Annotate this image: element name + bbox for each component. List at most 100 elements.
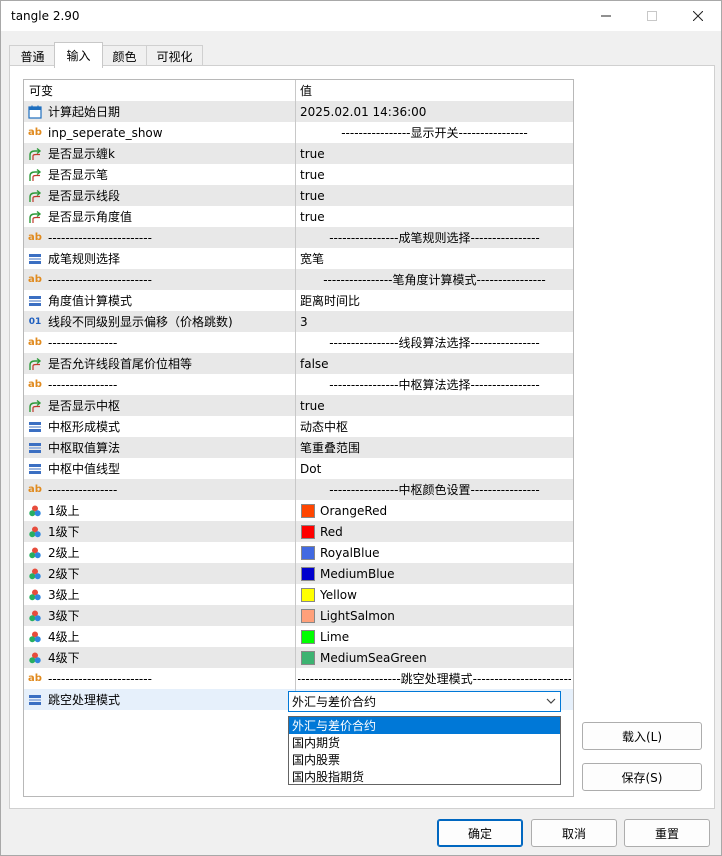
parameter-value-cell[interactable]: ----------------成笔规则选择---------------- <box>298 227 571 248</box>
color-swatch[interactable] <box>301 566 315 581</box>
parameter-value-cell[interactable]: 宽笔 <box>298 248 573 269</box>
tab-colors[interactable]: 颜色 <box>101 45 148 67</box>
color-swatch[interactable] <box>301 608 315 623</box>
cancel-button[interactable]: 取消 <box>531 819 617 847</box>
parameter-value-cell[interactable]: OrangeRed <box>298 500 573 521</box>
parameter-row[interactable]: ab ---------------- ----------------线段算法选择… <box>24 332 573 353</box>
parameter-row[interactable]: 是否显示中枢 true <box>24 395 573 416</box>
tab-inputs[interactable]: 输入 <box>54 42 103 68</box>
parameter-name: 成笔规则选择 <box>48 252 121 266</box>
dropdown-option[interactable]: 国内期货 <box>289 734 560 751</box>
parameter-row[interactable]: 是否允许线段首尾价位相等 false <box>24 353 573 374</box>
parameter-row[interactable]: 中枢取值算法 笔重叠范围 <box>24 437 573 458</box>
parameter-value: MediumSeaGreen <box>320 650 427 665</box>
parameter-row[interactable]: 计算起始日期 2025.02.01 14:36:00 <box>24 101 573 122</box>
color-swatch[interactable] <box>301 629 315 644</box>
parameter-value-cell[interactable]: true <box>298 206 573 227</box>
gap-mode-select[interactable]: 外汇与差价合约 <box>288 691 561 712</box>
dropdown-option[interactable]: 国内股票 <box>289 751 560 768</box>
parameter-value: ----------------显示开关---------------- <box>341 126 528 140</box>
parameter-row[interactable]: 01 线段不同级别显示偏移（价格跳数) 3 <box>24 311 573 332</box>
parameter-row[interactable]: 1级上 OrangeRed <box>24 500 573 521</box>
parameter-name: 角度值计算模式 <box>48 294 133 308</box>
parameter-row[interactable]: 1级下 Red <box>24 521 573 542</box>
parameter-row[interactable]: 中枢形成模式 动态中枢 <box>24 416 573 437</box>
parameter-name: 中枢形成模式 <box>48 420 121 434</box>
reset-button[interactable]: 重置 <box>624 819 710 847</box>
load-button[interactable]: 载入(L) <box>582 722 702 750</box>
column-header-variable[interactable]: 可变 <box>24 80 296 101</box>
parameter-row[interactable]: ab ---------------- ----------------中枢算法选择… <box>24 374 573 395</box>
parameter-row[interactable]: ab inp_seperate_show ----------------显示开关-… <box>24 122 573 143</box>
parameter-row[interactable]: 中枢中值线型 Dot <box>24 458 573 479</box>
tab-visualization[interactable]: 可视化 <box>146 45 203 67</box>
parameter-value: ----------------中枢颜色设置---------------- <box>329 483 540 497</box>
parameter-row[interactable]: 成笔规则选择 宽笔 <box>24 248 573 269</box>
gap-mode-dropdown-list: 外汇与差价合约 国内期货 国内股票 国内股指期货 <box>288 716 561 785</box>
parameter-value-cell[interactable]: 动态中枢 <box>298 416 573 437</box>
parameter-value-cell[interactable]: MediumSeaGreen <box>298 647 573 668</box>
parameter-row[interactable]: 是否显示缠k true <box>24 143 573 164</box>
parameter-row[interactable]: ab ------------------------ --------------… <box>24 668 573 689</box>
parameter-value-cell[interactable]: false <box>298 353 573 374</box>
dialog-window: tangle 2.90 普通 输入 颜色 可视化 可变 值 计算起始日期 2025… <box>0 0 722 856</box>
color-swatch[interactable] <box>301 524 315 539</box>
dropdown-option[interactable]: 外汇与差价合约 <box>289 717 560 734</box>
parameter-value-cell[interactable]: ----------------笔角度计算模式---------------- <box>298 269 571 290</box>
parameter-row[interactable]: 2级上 RoyalBlue <box>24 542 573 563</box>
parameter-value-cell[interactable]: ----------------中枢算法选择---------------- <box>298 374 571 395</box>
parameter-name: 线段不同级别显示偏移（价格跳数) <box>48 315 233 329</box>
parameter-value-cell[interactable]: 距离时间比 <box>298 290 573 311</box>
parameter-value-cell[interactable]: 2025.02.01 14:36:00 <box>298 101 573 122</box>
parameter-value: MediumBlue <box>320 566 395 581</box>
parameter-row[interactable]: 3级下 LightSalmon <box>24 605 573 626</box>
parameter-row[interactable]: 3级上 Yellow <box>24 584 573 605</box>
column-header-value[interactable]: 值 <box>298 80 573 101</box>
parameter-name-cell: 是否显示笔 <box>24 164 296 185</box>
color-swatch[interactable] <box>301 650 315 665</box>
dropdown-option[interactable]: 国内股指期货 <box>289 768 560 785</box>
parameter-value-cell[interactable]: RoyalBlue <box>298 542 573 563</box>
parameter-name-cell: ab ---------------- <box>24 479 296 500</box>
parameter-value-cell[interactable]: ----------------中枢颜色设置---------------- <box>298 479 571 500</box>
parameter-value-cell[interactable]: true <box>298 395 573 416</box>
close-button[interactable] <box>675 1 721 31</box>
parameter-value-cell[interactable]: Yellow <box>298 584 573 605</box>
parameter-row[interactable]: 是否显示线段 true <box>24 185 573 206</box>
minimize-button[interactable] <box>583 1 629 31</box>
parameter-value: 笔重叠范围 <box>300 441 361 455</box>
color-swatch[interactable] <box>301 503 315 518</box>
parameter-row[interactable]: 是否显示角度值 true <box>24 206 573 227</box>
parameter-value-cell[interactable]: Lime <box>298 626 573 647</box>
parameter-value-cell[interactable]: true <box>298 164 573 185</box>
parameter-value-cell[interactable]: 笔重叠范围 <box>298 437 573 458</box>
parameter-row[interactable]: 4级上 Lime <box>24 626 573 647</box>
parameter-name: 跳空处理模式 <box>48 693 121 707</box>
tab-general[interactable]: 普通 <box>9 45 56 67</box>
parameter-value-cell[interactable]: true <box>298 185 573 206</box>
parameter-row[interactable]: 是否显示笔 true <box>24 164 573 185</box>
ok-button[interactable]: 确定 <box>437 819 523 847</box>
parameter-row[interactable]: 2级下 MediumBlue <box>24 563 573 584</box>
parameter-row[interactable]: 角度值计算模式 距离时间比 <box>24 290 573 311</box>
parameter-value-cell[interactable]: ------------------------跳空处理模式----------… <box>298 668 571 689</box>
parameter-value-cell[interactable]: 3 <box>298 311 573 332</box>
chevron-down-icon[interactable] <box>546 694 556 711</box>
parameter-value-cell[interactable]: MediumBlue <box>298 563 573 584</box>
parameter-name-cell: 2级下 <box>24 563 296 584</box>
parameter-row[interactable]: ab ---------------- ----------------中枢颜色设置… <box>24 479 573 500</box>
color-swatch[interactable] <box>301 587 315 602</box>
parameter-value-cell[interactable]: LightSalmon <box>298 605 573 626</box>
parameter-row[interactable]: ab ------------------------ --------------… <box>24 227 573 248</box>
parameter-value-cell[interactable]: true <box>298 143 573 164</box>
string-icon: ab <box>28 379 42 390</box>
parameter-row[interactable]: ab ------------------------ --------------… <box>24 269 573 290</box>
parameter-value-cell[interactable]: ----------------线段算法选择---------------- <box>298 332 571 353</box>
parameter-row[interactable]: 4级下 MediumSeaGreen <box>24 647 573 668</box>
save-button[interactable]: 保存(S) <box>582 763 702 791</box>
parameter-value-cell[interactable]: Red <box>298 521 573 542</box>
parameter-value-cell[interactable]: ----------------显示开关---------------- <box>298 122 571 143</box>
parameter-value-cell[interactable]: Dot <box>298 458 573 479</box>
maximize-icon <box>647 11 657 21</box>
color-swatch[interactable] <box>301 545 315 560</box>
